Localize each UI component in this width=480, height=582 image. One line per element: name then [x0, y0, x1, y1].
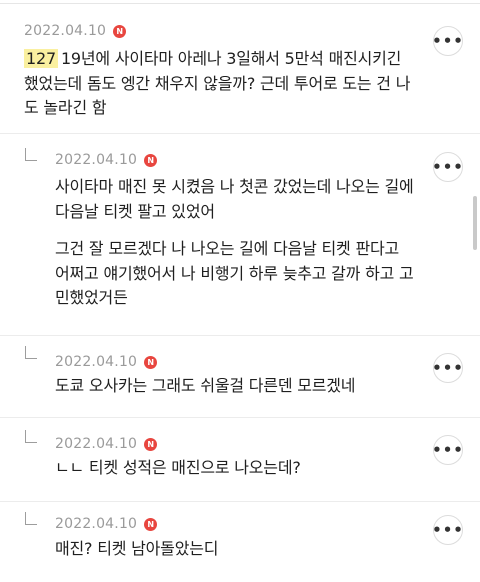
more-options-button[interactable]: •••	[432, 152, 464, 182]
reply-meta: 2022.04.10 N	[55, 514, 158, 534]
comment-date: 2022.04.10	[24, 23, 107, 39]
reply-line: 매진? 티켓 남아돌았는디	[55, 539, 219, 558]
reply-meta: 2022.04.10 N	[55, 352, 158, 372]
reply-meta: 2022.04.10 N	[55, 434, 158, 454]
ellipsis-icon: •••	[432, 440, 464, 459]
comment-line: 19년에 사이타마 아레나 3일해서 5만석 매진시키긴	[60, 49, 402, 68]
reply-line: 사이타마 매진 못 시켰음 나 첫콘 갔었는데 나오는 길에	[55, 177, 414, 196]
new-badge: N	[113, 24, 127, 38]
reply-date: 2022.04.10	[55, 436, 138, 452]
reply-line: 어쩌고 얘기했어서 나 비행기 하루 늦추고 갈까 하고 고	[55, 263, 414, 283]
reply-date: 2022.04.10	[55, 354, 138, 370]
reply-date: 2022.04.10	[55, 152, 138, 168]
reply-item: 2022.04.10 N 매진? 티켓 남아돌았는디 •••	[0, 502, 480, 582]
reply-line: 도쿄 오사카는 그래도 쉬울걸 다른덴 모르겠네	[55, 376, 356, 395]
ellipsis-icon: •••	[432, 520, 464, 539]
reply-item: 2022.04.10 N ㄴㄴ 티켓 성적은 매진으로 나오는데? •••	[0, 418, 480, 502]
new-badge: N	[144, 153, 158, 167]
new-badge: N	[144, 517, 158, 531]
comment-meta: 2022.04.10 N	[24, 21, 127, 41]
reply-text: 매진? 티켓 남아돌았는디	[55, 537, 218, 562]
reply-line: 그건 잘 모르겠다 나 나오는 길에 다음날 티켓 판다고	[55, 239, 400, 258]
reply-date: 2022.04.10	[55, 516, 138, 532]
comment-text: 127 19년에 사이타마 아레나 3일해서 5만석 매진시키긴 했었는데 돔도 …	[24, 47, 410, 121]
reply-text: 도쿄 오사카는 그래도 쉬울걸 다른덴 모르겠네	[55, 374, 356, 399]
ellipsis-icon: •••	[432, 31, 464, 50]
more-options-button[interactable]: •••	[432, 515, 464, 545]
reference-number-link[interactable]: 127	[24, 49, 58, 68]
reply-line: 다음날 티켓 팔고 있었어	[55, 201, 215, 221]
comment-line: 도 놀라긴 함	[24, 98, 107, 117]
ellipsis-icon: •••	[432, 358, 464, 377]
new-badge: N	[144, 355, 158, 369]
reply-line: 민했었거든	[55, 288, 128, 307]
reply-text: ㄴㄴ 티켓 성적은 매진으로 나오는데?	[55, 456, 301, 481]
reply-item: 2022.04.10 N 도쿄 오사카는 그래도 쉬울걸 다른덴 모르겠네 ••…	[0, 336, 480, 418]
more-options-button[interactable]: •••	[432, 435, 464, 465]
ellipsis-icon: •••	[432, 157, 464, 176]
reply-text: 사이타마 매진 못 시켰음 나 첫콘 갔었는데 나오는 길에 다음날 티켓 팔고…	[55, 175, 414, 311]
reply-arrow-icon	[25, 430, 37, 443]
comment-item: 2022.04.10 N 127 19년에 사이타마 아레나 3일해서 5만석 매…	[0, 4, 480, 134]
new-badge: N	[144, 437, 158, 451]
reply-item: 2022.04.10 N 사이타마 매진 못 시켰음 나 첫콘 갔었는데 나오는…	[0, 134, 480, 336]
more-options-button[interactable]: •••	[432, 26, 464, 56]
more-options-button[interactable]: •••	[432, 353, 464, 383]
reply-arrow-icon	[25, 148, 37, 161]
comment-line: 했었는데 돔도 엥간 채우지 않을까? 근데 투어로 도는 건 나	[24, 73, 411, 93]
reply-arrow-icon	[25, 346, 37, 359]
reply-meta: 2022.04.10 N	[55, 150, 158, 170]
reply-arrow-icon	[25, 512, 37, 525]
reply-line: ㄴㄴ 티켓 성적은 매진으로 나오는데?	[55, 458, 301, 477]
